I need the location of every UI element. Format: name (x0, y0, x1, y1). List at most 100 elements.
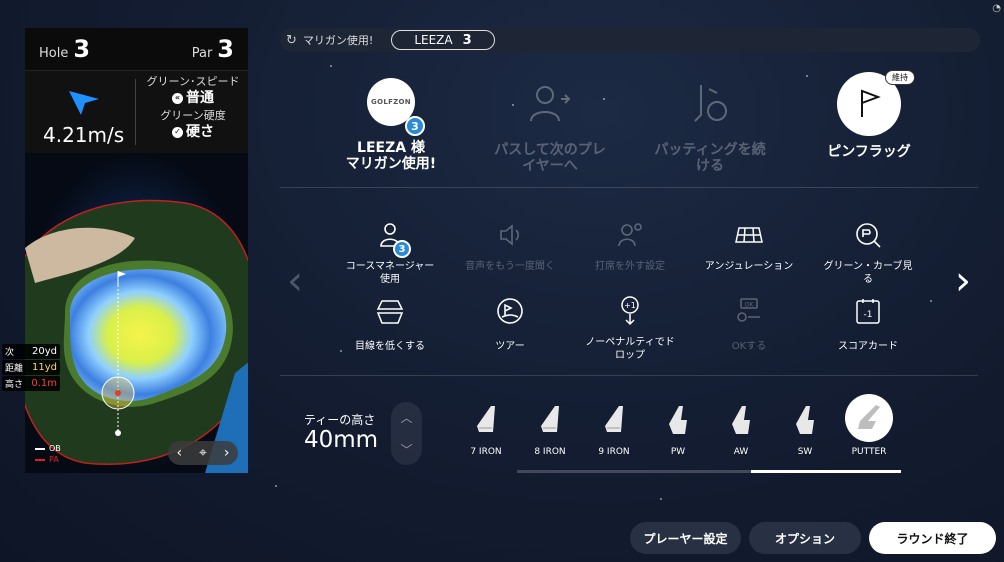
keep-badge: 維持 (885, 70, 915, 85)
pass-to-next-label: パスして次のプレ イヤーへ (494, 142, 606, 174)
club-label: SW (797, 447, 813, 457)
club-aw[interactable]: AW (713, 398, 769, 457)
mulligan-bar: ↻ マリガン使用! LEEZA 3 (280, 28, 980, 52)
green-speed-value: 普通 (186, 90, 214, 106)
scorecard-option[interactable]: -1 スコアカード (808, 294, 928, 353)
green-info: グリーン･スピード «普通 グリーン硬度 ✓ 硬さ (143, 75, 243, 141)
continue-putting-action: パッティングを続 ける (630, 72, 790, 174)
player-name: LEEZA (414, 33, 453, 47)
mulligan-action-label: LEEZA 様 マリガン使用! (345, 140, 437, 172)
scorecard-icon: -1 (851, 294, 885, 328)
tour-option[interactable]: ツアー (450, 294, 570, 353)
club-label: PW (670, 447, 686, 457)
par-number: 3 (217, 35, 234, 63)
pin-flag-button[interactable]: 維持 (837, 70, 915, 136)
low-view-option[interactable]: 目線を低くする (330, 294, 450, 353)
golfzon-logo: GOLFZON (371, 98, 411, 106)
club-label: 7 IRON (470, 447, 502, 457)
pin-flag-label: ピンフラッグ (827, 144, 911, 160)
options-button[interactable]: オプション (749, 522, 861, 554)
chevron-left-icon[interactable]: ‹ (176, 445, 182, 461)
golfzon-avatar: GOLFZON 3 (367, 78, 425, 136)
player-settings-button[interactable]: プレーヤー設定 (630, 522, 741, 554)
tee-height-stepper[interactable]: ︿ ﹀ (391, 402, 422, 465)
pa-line (35, 458, 45, 461)
pin-flag-action[interactable]: 維持 ピンフラッグ (789, 70, 949, 160)
green-map[interactable]: ‹ ⌖ › OB PA (25, 153, 248, 473)
wind-direction-icon (69, 91, 99, 115)
pass-player-icon (518, 72, 582, 136)
green-curve-label: グリーン・カーブ見 る (823, 261, 913, 285)
par-label: Par (191, 46, 213, 61)
club-label: AW (733, 447, 749, 457)
speaker-icon (493, 218, 527, 252)
club-7-iron[interactable]: 7 IRON (458, 398, 514, 457)
undulation-option[interactable]: アンジュレーション (689, 218, 809, 273)
club-9-iron[interactable]: 9 IRON (586, 398, 642, 457)
putting-icon (678, 72, 742, 136)
leave-box-icon (613, 218, 647, 252)
chevron-right-icon[interactable]: › (224, 445, 230, 461)
ob-line (35, 447, 45, 450)
legend-ob: OB (49, 444, 61, 453)
low-view-label: 目線を低くする (355, 341, 425, 352)
distance-row: 距離 11yd (2, 360, 60, 375)
ok-icon: OK (732, 294, 766, 328)
recenter-icon[interactable]: ⌖ (199, 445, 207, 461)
hole-header: Hole 3 Par 3 (25, 28, 248, 70)
club-label: 8 IRON (534, 447, 566, 457)
ok-option: OK OKする (689, 294, 809, 353)
club-pw[interactable]: PW (650, 398, 706, 457)
course-manager-label: コースマネージャー 使用 (345, 261, 435, 285)
mulligan-action[interactable]: GOLFZON 3 LEEZA 様 マリガン使用! (311, 78, 471, 172)
distance-row: 次 20yd (2, 344, 60, 359)
club-sw[interactable]: SW (777, 398, 833, 457)
hole-label: Hole (39, 46, 69, 61)
club-putter[interactable]: PUTTER (841, 394, 897, 457)
fast-rewind-icon: « (172, 92, 183, 104)
wind-speed: 4.21m/s (43, 123, 125, 147)
course-manager-option[interactable]: 3 コースマネージャー 使用 (330, 218, 450, 286)
legend-pa: PA (49, 455, 59, 464)
signal-icon: ◔ (992, 3, 1001, 14)
drop-option[interactable]: +1 ノーペナルティでド ロップ (570, 294, 690, 362)
club-label: 9 IRON (598, 447, 630, 457)
map-legend: OB PA (35, 443, 61, 465)
map-navigation[interactable]: ‹ ⌖ › (168, 441, 238, 465)
distance-row: 高さ 0.1m (2, 376, 60, 391)
pass-to-next-action: パスして次のプレ イヤーへ (470, 72, 630, 174)
wind-info: 4.21m/s グリーン･スピード «普通 グリーン硬度 ✓ 硬さ (25, 70, 248, 153)
chevron-left-icon[interactable]: ‹ (287, 256, 303, 306)
green-curve-option[interactable]: グリーン・カーブ見 る (808, 218, 928, 286)
club-label: PUTTER (851, 447, 887, 457)
hole-info-panel: Hole 3 Par 3 4.21m/s グリーン･スピード «普通 グリーン硬… (25, 28, 248, 473)
scorecard-label: スコアカード (838, 341, 898, 352)
distance-label: 高さ (5, 380, 24, 390)
club-8-iron[interactable]: 8 IRON (522, 398, 578, 457)
drop-label: ノーペナルティでド ロップ (585, 337, 675, 361)
tour-label: ツアー (495, 341, 525, 352)
distance-readout: 次 20yd 距離 11yd 高さ 0.1m (2, 344, 60, 392)
leave-box-label: 打席を外す設定 (595, 261, 665, 272)
divider (280, 187, 978, 188)
distance-value: 0.1m (31, 378, 57, 389)
player-number: 3 (462, 32, 472, 48)
chevron-up-icon[interactable]: ︿ (400, 409, 412, 426)
course-manager-badge: 3 (393, 240, 411, 258)
club-scroll-thumb[interactable] (751, 470, 901, 473)
distance-label: 距離 (5, 364, 24, 374)
flag-icon (861, 89, 881, 117)
iron-club-icon (528, 398, 572, 442)
chevron-down-icon[interactable]: ﹀ (400, 441, 412, 458)
player-badge: 3 (405, 116, 425, 136)
chevron-right-icon[interactable]: › (955, 256, 971, 306)
distance-value: 20yd (32, 346, 57, 357)
wedge-club-icon (783, 398, 827, 442)
green-hardness-value: 硬さ (186, 124, 214, 140)
divider (135, 79, 136, 145)
svg-text:+1: +1 (624, 301, 636, 310)
wedge-club-icon (656, 398, 700, 442)
undulation-grid-icon (732, 218, 766, 252)
end-round-button[interactable]: ラウンド終了 (869, 522, 996, 554)
green-heatmap (25, 153, 248, 473)
